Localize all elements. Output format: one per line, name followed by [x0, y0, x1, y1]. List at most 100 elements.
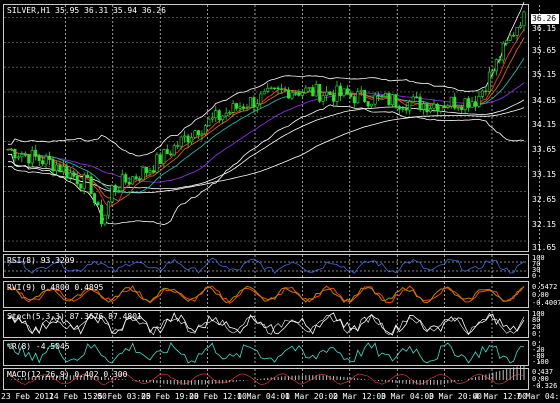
candle-body	[51, 159, 55, 172]
candle-body	[214, 110, 218, 119]
candle-body	[401, 108, 405, 110]
candle-body	[186, 135, 190, 143]
candle-body	[89, 176, 93, 194]
macd-pane[interactable]: MACD(12,26,9) 0.402 0.300	[3, 368, 529, 390]
candle-body	[110, 185, 114, 203]
candle-body	[387, 92, 391, 106]
candle-body	[487, 71, 491, 92]
candle-body	[86, 174, 90, 177]
candle-body	[328, 91, 332, 96]
candle-body	[342, 88, 346, 96]
williams-r-level-label: -100	[532, 358, 549, 366]
chart-window[interactable]: SILVER,H1 35.95 36.31 35.94 36.26 36.15 …	[0, 0, 560, 403]
candle-body	[37, 156, 41, 161]
candle-body	[217, 110, 221, 121]
candle-body	[283, 89, 287, 91]
bollinger-upper	[7, 1, 525, 157]
candle-body	[449, 96, 453, 107]
candle-body	[259, 93, 263, 104]
price-axis-label: 36.15	[532, 24, 557, 33]
candle-body	[501, 42, 505, 61]
rsi-pane[interactable]: RSI(8) 93.3209	[3, 254, 529, 278]
candle-body	[134, 176, 138, 179]
candle-body	[505, 40, 509, 44]
candle-body	[311, 87, 315, 97]
candle-body	[307, 87, 311, 89]
price-axis-label: 31.65	[532, 243, 557, 252]
candle-body	[297, 92, 301, 96]
candle-body	[117, 190, 121, 192]
candle-body	[373, 94, 377, 105]
candle-body	[193, 130, 197, 138]
price-axis-label: 35.15	[532, 70, 557, 79]
candle-body	[290, 92, 294, 99]
candle-body	[79, 183, 83, 189]
candle-body	[148, 170, 152, 174]
candle-body	[93, 193, 97, 203]
candle-body	[439, 105, 443, 112]
candle-body	[203, 125, 207, 135]
stochastic-pane[interactable]: Stoch(5,3,3) 87.3676 87.4801	[3, 310, 529, 338]
candle-body	[172, 145, 176, 156]
candle-body	[44, 156, 48, 165]
rvi-pane[interactable]: RVI(9) 0.4800 0.4895	[3, 281, 529, 308]
price-axis-label: 32.65	[532, 195, 557, 204]
candle-body	[359, 89, 363, 92]
candle-body	[304, 87, 308, 94]
candle-body	[210, 117, 214, 120]
candle-body	[394, 94, 398, 107]
candle-body	[120, 174, 124, 191]
candle-body	[474, 101, 478, 107]
candle-body	[484, 90, 488, 93]
candle-body	[422, 103, 426, 110]
candle-body	[508, 35, 512, 41]
candle-body	[9, 148, 13, 151]
candle-body	[96, 202, 100, 206]
candle-body	[335, 85, 339, 102]
candle-body	[456, 106, 460, 109]
candle-body	[356, 91, 360, 104]
candle-body	[498, 59, 502, 61]
candle-body	[432, 103, 436, 109]
candle-body	[224, 112, 228, 117]
candle-body	[41, 160, 45, 165]
candle-body	[383, 92, 387, 97]
candle-body	[155, 154, 159, 173]
candle-body	[325, 91, 329, 96]
williams-r-pane[interactable]: %R(8) -4.5045	[3, 340, 529, 366]
time-axis-label: 2 Mar 12:00	[333, 392, 386, 401]
candle-body	[127, 181, 131, 185]
rvi-level-label: -0.4007	[532, 299, 560, 307]
candle-body	[269, 87, 273, 89]
candle-body	[176, 145, 180, 147]
candle-body	[363, 89, 367, 102]
candle-body	[470, 101, 474, 108]
candle-body	[276, 87, 280, 90]
candle-body	[345, 88, 349, 95]
rvi-level-label: 0.00	[532, 291, 549, 299]
time-axis-label: 1 Mar 04:00	[237, 392, 290, 401]
candle-body	[72, 172, 76, 177]
candle-body	[13, 148, 17, 159]
candle-body	[103, 214, 107, 225]
candle-body	[252, 97, 256, 108]
candle-body	[273, 87, 277, 89]
candle-body	[377, 94, 381, 97]
candle-body	[494, 59, 498, 72]
candle-body	[238, 106, 242, 109]
candle-body	[349, 93, 353, 97]
candle-body	[179, 136, 183, 147]
candle-body	[82, 174, 86, 189]
candle-body	[165, 149, 169, 155]
candle-body	[196, 130, 200, 136]
candle-body	[515, 27, 519, 36]
price-axis-label: 34.15	[532, 120, 557, 129]
moving-average-line	[7, 82, 525, 183]
last-price-badge: 36.26	[531, 14, 559, 24]
time-axis-label: 23 Feb 2011	[1, 392, 54, 401]
candle-body	[352, 96, 356, 104]
macd-label: MACD(12,26,9) 0.402 0.300	[7, 370, 128, 379]
moving-average-line	[7, 57, 525, 194]
candle-body	[512, 35, 516, 37]
candle-body	[460, 106, 464, 111]
